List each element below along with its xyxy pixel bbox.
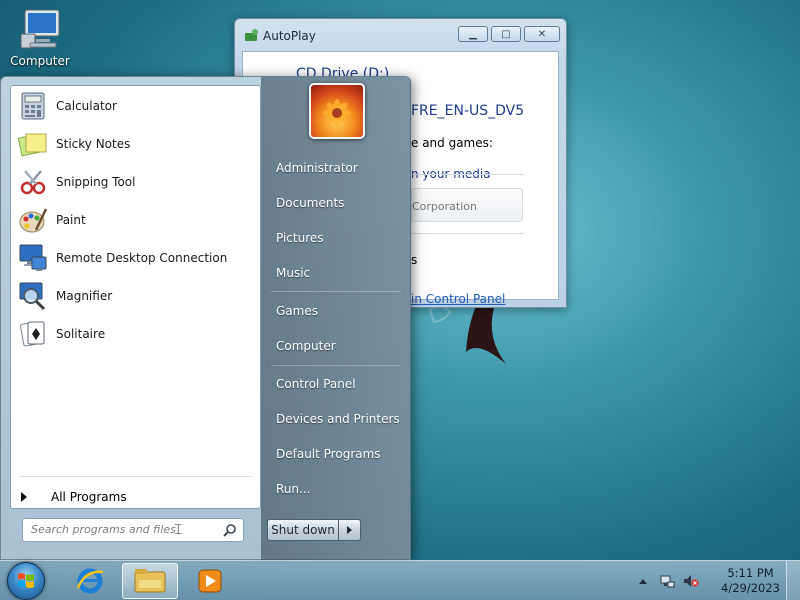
volume-label: FRE_EN-US_DV5 [411,103,525,119]
menu-link-games[interactable]: Games [276,304,318,318]
show-desktop-button[interactable] [786,561,800,600]
all-programs-button[interactable]: All Programs [21,490,127,504]
volume-muted-icon [684,575,699,587]
minimize-button[interactable]: ▁ [458,26,488,42]
menu-link-music[interactable]: Music [276,266,310,280]
scissors-icon [20,170,46,195]
start-menu-right-pane: Administrator Documents Pictures Music G… [261,77,411,561]
remote-desktop-icon [19,244,47,271]
program-item-snipping-tool[interactable]: Snipping Tool [13,164,258,200]
program-item-paint[interactable]: Paint [13,202,258,238]
program-list-pane: Calculator Sticky Notes Snipping Tool Pa… [10,85,261,509]
divider [411,174,524,175]
computer-icon [20,9,60,49]
menu-link-devices-printers[interactable]: Devices and Printers [276,412,400,426]
start-button[interactable] [7,562,45,600]
autoplay-option-button[interactable]: Corporation [411,188,523,222]
arrow-right-icon [347,526,352,534]
divider [271,365,401,366]
taskbar-media-player[interactable] [182,563,238,599]
menu-link-documents[interactable]: Documents [276,196,344,210]
program-label: Snipping Tool [56,175,136,189]
window-controls: ▁ □ ✕ [458,26,560,42]
close-icon: ✕ [537,28,547,40]
internet-explorer-icon [76,568,104,594]
flower-icon [323,99,351,127]
program-label: Magnifier [56,289,113,303]
shutdown-button[interactable]: Shut down [267,519,339,541]
program-label: Remote Desktop Connection [56,251,228,265]
program-label: Calculator [56,99,117,113]
divider [271,291,401,292]
start-menu: Calculator Sticky Notes Snipping Tool Pa… [0,76,411,561]
calculator-icon [21,92,45,120]
close-button[interactable]: ✕ [524,26,560,42]
user-avatar[interactable] [309,83,365,139]
shutdown-control: Shut down [267,519,361,541]
desktop-icon-label: Computer [10,54,70,68]
menu-link-administrator[interactable]: Administrator [276,161,358,175]
windows-logo-icon [18,573,34,588]
taskbar-windows-explorer[interactable] [122,563,178,599]
taskbar-internet-explorer[interactable] [62,563,118,599]
program-item-magnifier[interactable]: Magnifier [13,278,258,314]
tray-network[interactable] [659,573,675,589]
sticky-notes-icon [18,133,47,157]
program-item-remote-desktop[interactable]: Remote Desktop Connection [13,240,258,276]
program-label: Solitaire [56,327,106,341]
media-player-icon [198,569,222,593]
control-panel-link[interactable]: in Control Panel [411,292,505,306]
windows-explorer-icon [134,569,166,593]
search-placeholder: Search programs and files [31,523,176,536]
autoplay-icon [245,29,258,41]
desktop-icon-computer[interactable]: Computer [8,8,72,68]
program-label: Paint [56,213,86,227]
minimize-icon: ▁ [469,28,477,40]
divider [411,233,524,234]
menu-link-pictures[interactable]: Pictures [276,231,324,245]
program-item-solitaire[interactable]: Solitaire [13,316,258,352]
all-programs-label: All Programs [51,490,127,504]
tray-volume[interactable] [683,573,699,589]
cards-icon [20,321,45,347]
divider [19,476,252,477]
option-publisher: Corporation [412,200,477,213]
text-cursor-icon: ⌶ [174,522,183,538]
magnifier-icon [19,282,46,311]
program-label: Sticky Notes [56,137,131,151]
paint-palette-icon [19,208,48,233]
arrow-right-icon [21,492,27,502]
general-options-label: s [411,253,418,267]
program-item-calculator[interactable]: Calculator [13,88,258,124]
menu-link-computer[interactable]: Computer [276,339,336,353]
maximize-button[interactable]: □ [491,26,521,42]
menu-link-control-panel[interactable]: Control Panel [276,377,356,391]
shutdown-options-button[interactable] [339,519,361,541]
maximize-icon: □ [501,28,511,40]
system-tray: 5:11 PM 4/29/2023 [639,561,800,600]
show-hidden-icons-button[interactable] [639,578,648,584]
window-title: AutoPlay [263,29,316,43]
menu-link-default-programs[interactable]: Default Programs [276,447,381,461]
program-item-sticky-notes[interactable]: Sticky Notes [13,126,258,162]
search-icon[interactable] [223,523,237,537]
taskbar: 5:11 PM 4/29/2023 [0,560,800,600]
clock[interactable]: 5:11 PM 4/29/2023 [721,566,780,596]
menu-link-run[interactable]: Run... [276,482,310,496]
search-input[interactable]: Search programs and files ⌶ [22,518,244,542]
clock-date: 4/29/2023 [721,581,780,595]
clock-time: 5:11 PM [727,566,774,580]
section-label: e and games: [411,136,493,150]
network-icon [660,575,675,588]
